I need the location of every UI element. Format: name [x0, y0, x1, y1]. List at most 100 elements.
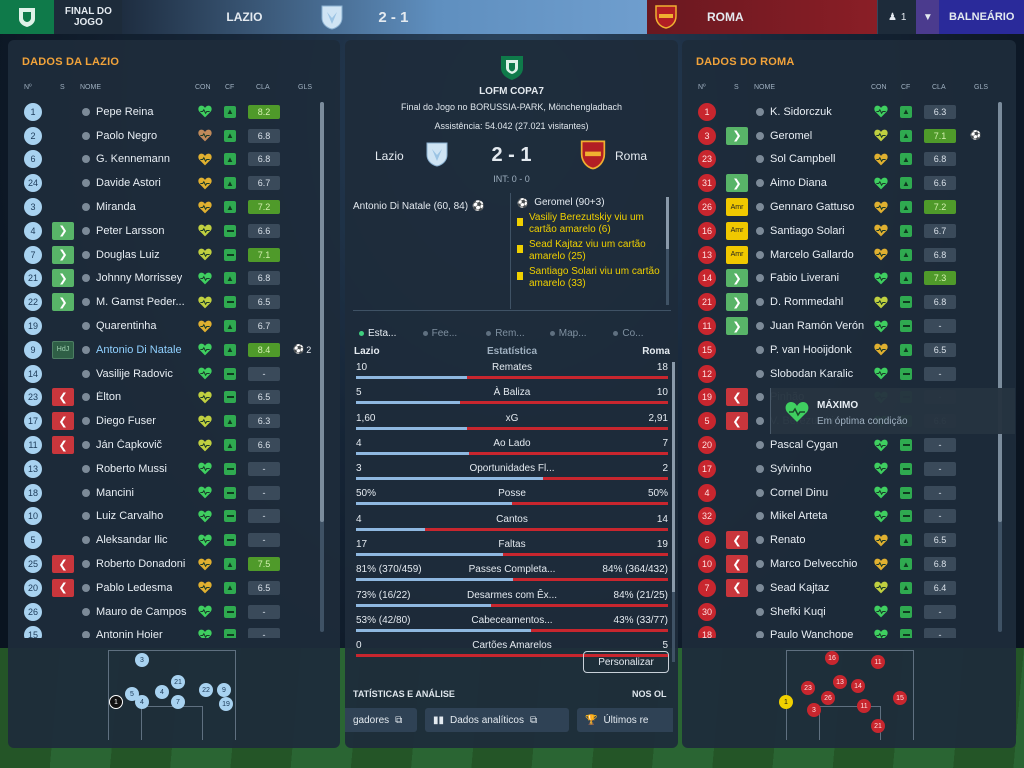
- col-sub[interactable]: S: [734, 84, 739, 91]
- condition-heart-icon[interactable]: [198, 320, 212, 333]
- condition-heart-icon[interactable]: [874, 439, 888, 452]
- player-name[interactable]: Quarentinha: [96, 320, 157, 332]
- player-row[interactable]: 13 Roberto Mussi -: [8, 457, 340, 481]
- sub-out-arrow-icon[interactable]: ❮: [726, 412, 748, 431]
- player-name[interactable]: Marco Delvecchio: [770, 558, 857, 570]
- player-name[interactable]: Peter Larsson: [96, 225, 164, 237]
- player-name[interactable]: Cornel Dinu: [770, 487, 828, 499]
- sub-out-arrow-icon[interactable]: ❮: [52, 578, 74, 597]
- player-name[interactable]: Mancini: [96, 487, 134, 499]
- player-name[interactable]: Juan Ramón Verón: [770, 320, 864, 332]
- players-button[interactable]: gadores ⧉: [345, 708, 417, 732]
- sub-out-arrow-icon[interactable]: ❮: [726, 388, 748, 407]
- player-row[interactable]: 31 ❯ Aimo Diana ▲ 6.6: [682, 171, 1016, 195]
- player-row[interactable]: 7 ❯ Douglas Luiz 7.1: [8, 243, 340, 267]
- pitch-player-dot[interactable]: 3: [135, 653, 149, 667]
- player-name[interactable]: Gennaro Gattuso: [770, 201, 854, 213]
- condition-heart-icon[interactable]: [198, 391, 212, 404]
- pitch-player-dot[interactable]: 3: [807, 703, 821, 717]
- player-name[interactable]: Aimo Diana: [770, 177, 827, 189]
- condition-heart-icon[interactable]: [874, 201, 888, 214]
- condition-heart-icon[interactable]: [198, 201, 212, 214]
- player-row[interactable]: 2 Paolo Negro ▲ 6.8: [8, 124, 340, 148]
- player-row[interactable]: 5 Aleksandar Ilic -: [8, 528, 340, 552]
- player-row[interactable]: 25 ❮ Roberto Donadoni ▲ 7.5: [8, 552, 340, 576]
- player-row[interactable]: 15 Antonin Hojer -: [8, 624, 340, 638]
- condition-heart-icon[interactable]: [198, 534, 212, 547]
- player-row[interactable]: 17 Sylvinho -: [682, 457, 1016, 481]
- player-name[interactable]: K. Sidorczuk: [770, 106, 832, 118]
- col-goals[interactable]: GLS: [298, 84, 312, 91]
- condition-heart-icon[interactable]: [198, 605, 212, 618]
- condition-heart-icon[interactable]: [874, 605, 888, 618]
- condition-heart-icon[interactable]: [874, 320, 888, 333]
- summary-tab[interactable]: Map...: [544, 325, 608, 341]
- player-row[interactable]: 10 ❮ Marco Delvecchio ▲ 6.8: [682, 552, 1016, 576]
- player-row[interactable]: 32 Mikel Arteta -: [682, 505, 1016, 529]
- player-row[interactable]: 18 Paulo Wanchope -: [682, 624, 1016, 638]
- player-row[interactable]: 4 ❯ Peter Larsson 6.6: [8, 219, 340, 243]
- sub-in-arrow-icon[interactable]: ❯: [52, 293, 74, 312]
- sub-in-arrow-icon[interactable]: ❯: [726, 126, 748, 145]
- player-row[interactable]: 23 Sol Campbell ▲ 6.8: [682, 148, 1016, 172]
- player-row[interactable]: 26 Amr Gennaro Gattuso ▲ 7.2: [682, 195, 1016, 219]
- player-name[interactable]: Mikel Arteta: [770, 510, 827, 522]
- sub-in-arrow-icon[interactable]: ❯: [52, 221, 74, 240]
- sub-out-arrow-icon[interactable]: ❮: [726, 578, 748, 597]
- pitch-player-dot[interactable]: 22: [199, 683, 213, 697]
- player-row[interactable]: 23 ❮ Élton 6.5: [8, 386, 340, 410]
- condition-heart-icon[interactable]: [198, 248, 212, 261]
- away-team-label[interactable]: Roma: [615, 149, 647, 163]
- player-name[interactable]: Élton: [96, 391, 121, 403]
- col-number[interactable]: Nº: [24, 84, 32, 91]
- analytics-button[interactable]: ▮▮ Dados analíticos ⧉: [425, 708, 569, 732]
- sub-in-arrow-icon[interactable]: ❯: [726, 317, 748, 336]
- player-row[interactable]: 21 ❯ D. Rommedahl 6.8: [682, 290, 1016, 314]
- sub-in-arrow-icon[interactable]: ❯: [726, 293, 748, 312]
- col-condition[interactable]: CON: [195, 84, 211, 91]
- condition-heart-icon[interactable]: [874, 367, 888, 380]
- player-name[interactable]: Pascal Cygan: [770, 439, 838, 451]
- player-name[interactable]: Sylvinho: [770, 463, 812, 475]
- player-name[interactable]: Paulo Wanchope: [770, 629, 853, 638]
- player-row[interactable]: 19 Quarentinha ▲ 6.7: [8, 314, 340, 338]
- condition-heart-icon[interactable]: [874, 462, 888, 475]
- player-name[interactable]: Johnny Morrissey: [96, 272, 182, 284]
- chevron-down-icon[interactable]: ▼: [916, 0, 940, 34]
- player-row[interactable]: 30 Shefki Kuqi -: [682, 600, 1016, 624]
- player-name[interactable]: Geromel: [770, 130, 812, 142]
- player-row[interactable]: 3 Miranda ▲ 7.2: [8, 195, 340, 219]
- summary-tab[interactable]: Esta...: [353, 325, 417, 341]
- condition-heart-icon[interactable]: [874, 343, 888, 356]
- player-of-match-badge[interactable]: HdJ: [52, 340, 74, 359]
- player-row[interactable]: 26 Mauro de Campos -: [8, 600, 340, 624]
- condition-heart-icon[interactable]: [874, 296, 888, 309]
- condition-heart-icon[interactable]: [874, 629, 888, 638]
- condition-heart-icon[interactable]: [874, 486, 888, 499]
- player-name[interactable]: M. Gamst Peder...: [96, 296, 185, 308]
- col-name[interactable]: NOME: [754, 84, 775, 91]
- sub-in-arrow-icon[interactable]: ❯: [52, 245, 74, 264]
- player-row[interactable]: 15 P. van Hooijdonk ▲ 6.5: [682, 338, 1016, 362]
- player-row[interactable]: 17 ❮ Diego Fuser ▲ 6.3: [8, 409, 340, 433]
- last-results-button[interactable]: 🏆 Últimos re: [577, 708, 673, 732]
- condition-heart-icon[interactable]: [198, 177, 212, 190]
- player-name[interactable]: Davide Astori: [96, 177, 161, 189]
- player-name[interactable]: Pablo Ledesma: [96, 582, 172, 594]
- player-row[interactable]: 16 Amr Santiago Solari ▲ 6.7: [682, 219, 1016, 243]
- player-row[interactable]: 13 Amr Marcelo Gallardo ▲ 6.8: [682, 243, 1016, 267]
- summary-tab[interactable]: Co...: [607, 325, 671, 341]
- competition-logo-icon[interactable]: [0, 0, 55, 34]
- pitch-player-dot[interactable]: 15: [893, 691, 907, 705]
- condition-heart-icon[interactable]: [198, 558, 212, 571]
- player-row[interactable]: 24 Davide Astori ▲ 6.7: [8, 171, 340, 195]
- condition-heart-icon[interactable]: [198, 296, 212, 309]
- away-formation-pitch[interactable]: 1 23 3 26 14 11 11 15 21 16 13: [779, 650, 914, 740]
- player-name[interactable]: Sead Kajtaz: [770, 582, 829, 594]
- player-name[interactable]: Shefki Kuqi: [770, 606, 826, 618]
- condition-heart-icon[interactable]: [198, 439, 212, 452]
- player-name[interactable]: Douglas Luiz: [96, 249, 160, 261]
- condition-heart-icon[interactable]: [198, 581, 212, 594]
- player-row[interactable]: 11 ❮ Ján Čapkovič ▲ 6.6: [8, 433, 340, 457]
- player-row[interactable]: 6 G. Kennemann ▲ 6.8: [8, 148, 340, 172]
